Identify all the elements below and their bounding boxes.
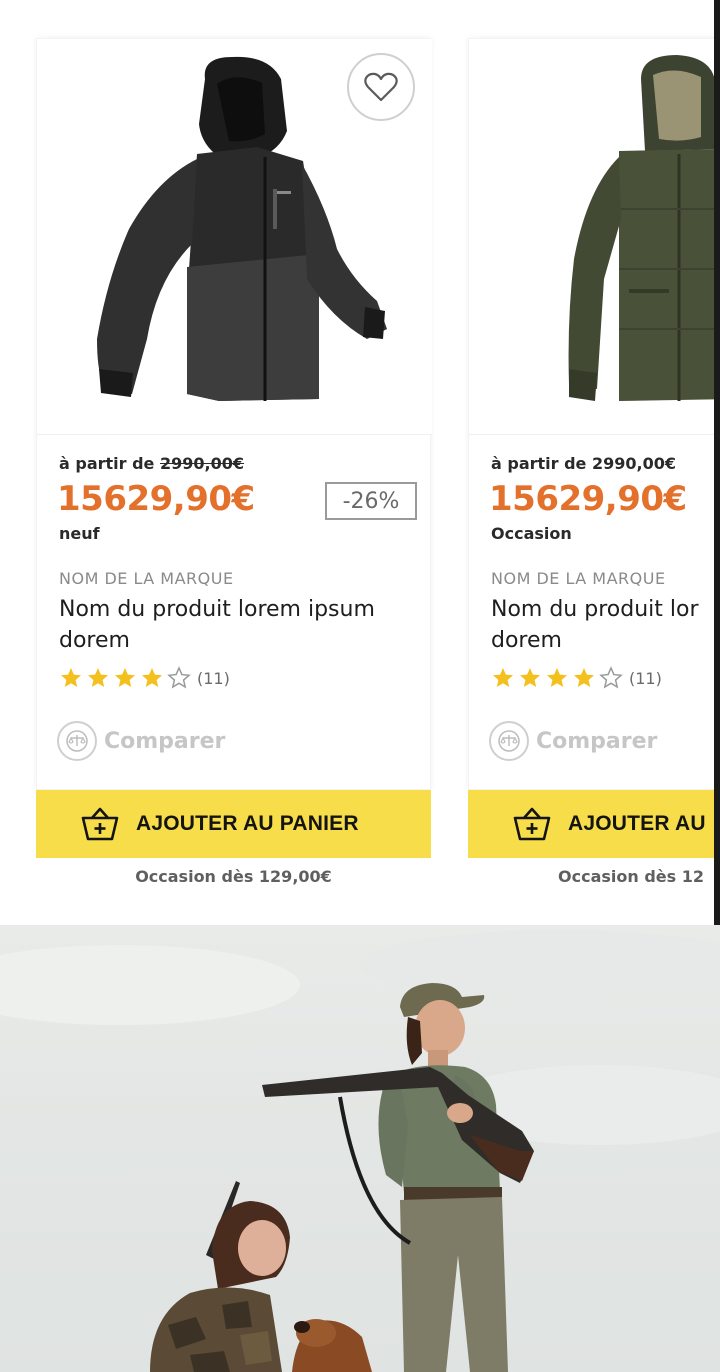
discount-badge: -26%: [325, 482, 417, 520]
basket-add-icon: [81, 807, 119, 841]
condition-label: neuf: [59, 524, 100, 543]
rating-count: (11): [197, 668, 230, 688]
scrollbar-thumb[interactable]: [714, 0, 720, 925]
product-title[interactable]: Nom du produit lor dorem: [491, 594, 720, 656]
current-price: 15629,90€: [57, 479, 255, 519]
compare-icon-circle: [489, 721, 529, 761]
star-filled-icon: [493, 668, 513, 687]
product-card: à partir de 2990,00€ 15629,90€ -26% neuf…: [36, 38, 432, 898]
wishlist-button[interactable]: [347, 53, 415, 121]
divider: [37, 434, 432, 435]
scrollbar[interactable]: [714, 0, 720, 925]
condition-label: Occasion: [491, 524, 572, 543]
add-to-cart-button[interactable]: AJOUTER AU PANIER: [36, 790, 431, 858]
product-carousel: à partir de 2990,00€ 15629,90€ -26% neuf…: [0, 0, 720, 925]
star-filled-icon: [88, 668, 108, 687]
star-filled-icon: [142, 668, 162, 687]
price-from: à partir de 2990,00€: [491, 454, 676, 473]
scale-icon: [498, 730, 520, 752]
product-card: à partir de 2990,00€ 15629,90€ Occasion …: [468, 38, 720, 898]
compare-label: Comparer: [104, 728, 226, 754]
add-to-cart-label: AJOUTER AU: [568, 812, 706, 835]
product-title[interactable]: Nom du produit lorem ipsum dorem: [59, 594, 419, 656]
used-from-link[interactable]: Occasion dès 12: [558, 867, 720, 886]
price-from: à partir de 2990,00€: [59, 454, 244, 473]
compare-button[interactable]: Comparer: [489, 721, 657, 761]
star-filled-icon: [547, 668, 567, 687]
hunters-photo: [0, 930, 720, 1372]
hero-banner-image[interactable]: [0, 925, 720, 1372]
compare-label: Comparer: [536, 728, 658, 754]
product-image[interactable]: [37, 39, 432, 434]
star-filled-icon: [520, 668, 540, 687]
add-to-cart-label: AJOUTER AU PANIER: [136, 812, 359, 835]
divider: [469, 434, 720, 435]
star-rating: (11): [59, 666, 230, 690]
olive-parka-image: [568, 55, 720, 401]
star-empty-icon: [167, 666, 191, 689]
current-price: 15629,90€: [489, 479, 687, 519]
star-filled-icon: [115, 668, 135, 687]
product-card-body[interactable]: à partir de 2990,00€ 15629,90€ -26% neuf…: [36, 38, 432, 790]
brand-name: NOM DE LA MARQUE: [491, 569, 666, 588]
star-rating: (11): [491, 666, 662, 690]
heart-icon: [364, 72, 398, 102]
add-to-cart-button[interactable]: AJOUTER AU: [468, 790, 720, 858]
star-filled-icon: [574, 668, 594, 687]
compare-icon-circle: [57, 721, 97, 761]
product-card-body[interactable]: à partir de 2990,00€ 15629,90€ Occasion …: [468, 38, 720, 790]
price-from-prefix: à partir de: [491, 454, 587, 473]
used-from-link[interactable]: Occasion dès 129,00€: [36, 867, 431, 886]
star-filled-icon: [61, 668, 81, 687]
compare-button[interactable]: Comparer: [57, 721, 225, 761]
star-empty-icon: [599, 666, 623, 689]
scale-icon: [66, 730, 88, 752]
price-from-prefix: à partir de: [59, 454, 155, 473]
product-image[interactable]: [469, 39, 720, 434]
old-price: 2990,00€: [591, 454, 676, 473]
old-price: 2990,00€: [159, 454, 244, 473]
rating-count: (11): [629, 668, 662, 688]
brand-name: NOM DE LA MARQUE: [59, 569, 234, 588]
basket-add-icon: [513, 807, 551, 841]
